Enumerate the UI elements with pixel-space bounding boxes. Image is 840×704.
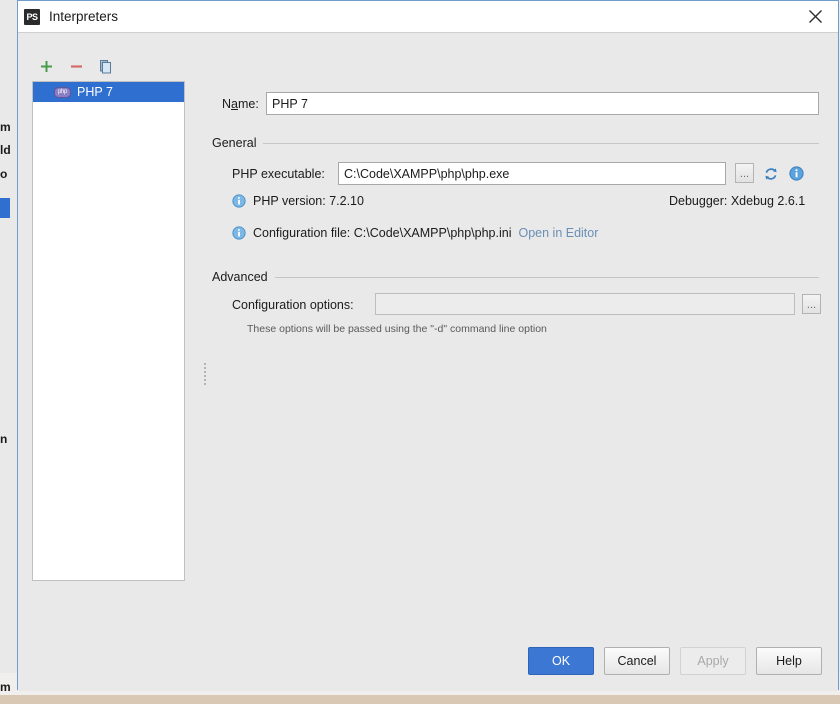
advanced-section-title: Advanced xyxy=(212,270,268,284)
config-options-hint: These options will be passed using the "… xyxy=(247,323,547,335)
backdrop-left-text-4: n xyxy=(0,432,8,446)
dialog-titlebar: PS Interpreters xyxy=(18,1,838,33)
phpstorm-icon: PS xyxy=(24,8,40,25)
php-version-text: PHP version: 7.2.10 xyxy=(253,194,364,208)
list-item[interactable]: PHP 7 xyxy=(33,82,184,102)
open-in-editor-link[interactable]: Open in Editor xyxy=(518,226,598,240)
backdrop-bottom-bar xyxy=(0,695,840,704)
help-button[interactable]: Help xyxy=(756,647,822,675)
php-executable-browse-button[interactable]: ... xyxy=(735,163,754,183)
list-item-label: PHP 7 xyxy=(77,85,113,99)
php-icon xyxy=(54,86,71,98)
advanced-section-header: Advanced xyxy=(212,270,819,284)
name-input[interactable] xyxy=(266,92,819,115)
cancel-button[interactable]: Cancel xyxy=(604,647,670,675)
dialog-title: Interpreters xyxy=(49,9,119,24)
advanced-section-rule xyxy=(274,276,819,278)
php-version-line: PHP version: 7.2.10 xyxy=(232,194,364,208)
config-file-info-icon xyxy=(232,226,246,240)
refresh-icon[interactable] xyxy=(762,165,779,182)
backdrop-left-text-2: ld xyxy=(0,143,11,157)
config-options-label: Configuration options: xyxy=(232,298,354,312)
php-version-info-icon xyxy=(232,194,246,208)
general-section-rule xyxy=(263,142,819,144)
interpreters-dialog: PS Interpreters php PHP 7 Name: PHP 7 Ge… xyxy=(17,0,839,691)
backdrop-left-text-1: m xyxy=(0,120,11,134)
general-section-title: General xyxy=(212,136,257,150)
ok-button[interactable]: OK xyxy=(528,647,594,675)
close-icon[interactable] xyxy=(793,1,838,32)
apply-button: Apply xyxy=(680,647,746,675)
config-file-line: Configuration file: C:\Code\XAMPP\php\ph… xyxy=(232,226,598,240)
add-interpreter-button[interactable] xyxy=(36,56,56,76)
backdrop-left-text-3: o xyxy=(0,167,8,181)
backdrop-left-selection xyxy=(0,198,10,218)
copy-interpreter-button[interactable] xyxy=(96,56,116,76)
name-label: Name: xyxy=(222,97,259,111)
config-file-text: Configuration file: C:\Code\XAMPP\php\ph… xyxy=(253,226,512,240)
panel-splitter-handle[interactable] xyxy=(201,363,208,385)
dialog-button-bar: OK Cancel Apply Help xyxy=(528,647,822,675)
backdrop-bottom-text: m xyxy=(0,680,11,694)
config-options-input[interactable] xyxy=(375,293,795,315)
interpreter-list-toolbar xyxy=(36,55,186,77)
debugger-text: Debugger: Xdebug 2.6.1 xyxy=(669,194,806,208)
general-section-header: General xyxy=(212,136,819,150)
php-executable-label: PHP executable: xyxy=(232,167,325,181)
php-executable-info-icon[interactable] xyxy=(788,165,805,182)
php-executable-input[interactable] xyxy=(338,162,726,185)
dialog-body: PHP 7 Name: General PHP executable: ... xyxy=(18,33,838,691)
remove-interpreter-button[interactable] xyxy=(66,56,86,76)
interpreter-list[interactable]: PHP 7 xyxy=(32,81,185,581)
config-options-browse-button[interactable]: ... xyxy=(802,294,821,314)
